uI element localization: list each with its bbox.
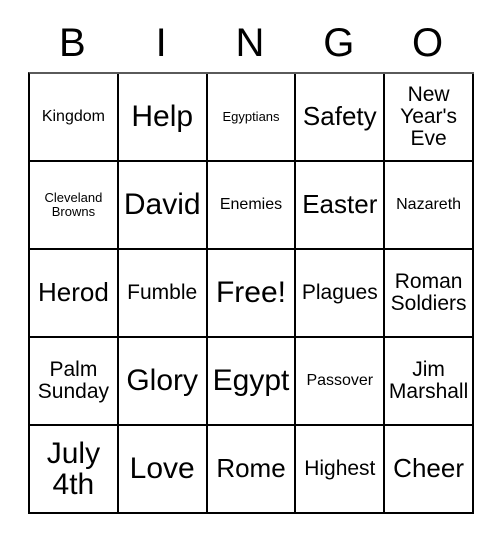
- bingo-cell-label: Palm Sunday: [37, 357, 110, 403]
- bingo-cell[interactable]: Love: [118, 426, 208, 514]
- bingo-cell-label: Cleveland Browns: [44, 190, 103, 219]
- bingo-cell-label: Easter: [302, 189, 378, 220]
- bingo-cell-label: Help: [131, 100, 194, 134]
- bingo-cell-label: Passover: [306, 371, 374, 389]
- bingo-cell[interactable]: Kingdom: [30, 74, 119, 162]
- bingo-cell[interactable]: Nazareth: [385, 162, 474, 250]
- bingo-cell[interactable]: Rome: [207, 426, 297, 514]
- bingo-header-letter-i: I: [155, 21, 167, 65]
- bingo-cell-label: Glory: [126, 364, 199, 398]
- bingo-cell[interactable]: Roman Soldiers: [385, 250, 474, 338]
- bingo-cell-label: Love: [129, 452, 195, 486]
- bingo-cell-label: Rome: [216, 453, 286, 484]
- bingo-cell[interactable]: Enemies: [207, 162, 297, 250]
- bingo-cell[interactable]: New Year's Eve: [385, 74, 474, 162]
- bingo-cell[interactable]: Cleveland Browns: [30, 162, 119, 250]
- bingo-card: B I N G O Kingdom Help Egyptians Safety …: [28, 14, 474, 514]
- bingo-cell[interactable]: Palm Sunday: [30, 338, 119, 426]
- bingo-cell-label: July 4th: [46, 436, 101, 501]
- bingo-cell[interactable]: Fumble: [118, 250, 208, 338]
- bingo-cell[interactable]: Highest: [296, 426, 386, 514]
- bingo-header-row: B I N G O: [28, 14, 472, 72]
- bingo-cell-label: Roman Soldiers: [390, 269, 467, 315]
- bingo-header-letter-b: B: [59, 21, 86, 65]
- bingo-cell-label: Highest: [304, 456, 376, 480]
- bingo-cell-label: Enemies: [219, 195, 283, 213]
- bingo-cell-label: Jim Marshall: [388, 357, 469, 403]
- bingo-cell-label: Safety: [302, 101, 377, 132]
- bingo-cell-label: Herod: [37, 277, 109, 308]
- bingo-cell[interactable]: July 4th: [30, 426, 119, 514]
- bingo-cell-label: Nazareth: [396, 195, 462, 213]
- bingo-row: Cleveland Browns David Enemies Easter Na…: [30, 162, 474, 250]
- bingo-grid: Kingdom Help Egyptians Safety New Year's…: [28, 72, 474, 514]
- bingo-cell[interactable]: David: [118, 162, 208, 250]
- bingo-cell[interactable]: Safety: [296, 74, 386, 162]
- bingo-cell-label: Free!: [215, 276, 286, 310]
- bingo-cell-free[interactable]: Free!: [207, 250, 297, 338]
- bingo-cell-label: Kingdom: [41, 107, 105, 125]
- bingo-cell-label: Plagues: [301, 280, 378, 304]
- bingo-row: Palm Sunday Glory Egypt Passover Jim Mar…: [30, 338, 474, 426]
- bingo-cell[interactable]: Cheer: [385, 426, 474, 514]
- bingo-cell[interactable]: Plagues: [296, 250, 386, 338]
- bingo-cell-label: Cheer: [393, 453, 464, 484]
- bingo-cell[interactable]: Jim Marshall: [385, 338, 474, 426]
- bingo-cell-label: David: [123, 188, 201, 222]
- bingo-cell[interactable]: Egyptians: [207, 74, 297, 162]
- bingo-row: Herod Fumble Free! Plagues Roman Soldier…: [30, 250, 474, 338]
- bingo-cell[interactable]: Glory: [118, 338, 208, 426]
- bingo-cell[interactable]: Help: [118, 74, 208, 162]
- bingo-cell-label: Fumble: [127, 280, 198, 304]
- bingo-header-letter-n: N: [235, 21, 265, 65]
- bingo-cell-label: New Year's Eve: [400, 82, 458, 151]
- bingo-cell[interactable]: Herod: [30, 250, 119, 338]
- bingo-row: Kingdom Help Egyptians Safety New Year's…: [30, 74, 474, 162]
- bingo-row: July 4th Love Rome Highest Cheer: [30, 426, 474, 514]
- bingo-cell[interactable]: Passover: [296, 338, 386, 426]
- bingo-cell-label: Egyptians: [222, 109, 280, 125]
- bingo-cell[interactable]: Egypt: [207, 338, 297, 426]
- bingo-cell[interactable]: Easter: [296, 162, 386, 250]
- bingo-header-letter-o: O: [412, 21, 444, 65]
- bingo-header-letter-g: G: [323, 21, 355, 65]
- bingo-cell-label: Egypt: [212, 364, 290, 398]
